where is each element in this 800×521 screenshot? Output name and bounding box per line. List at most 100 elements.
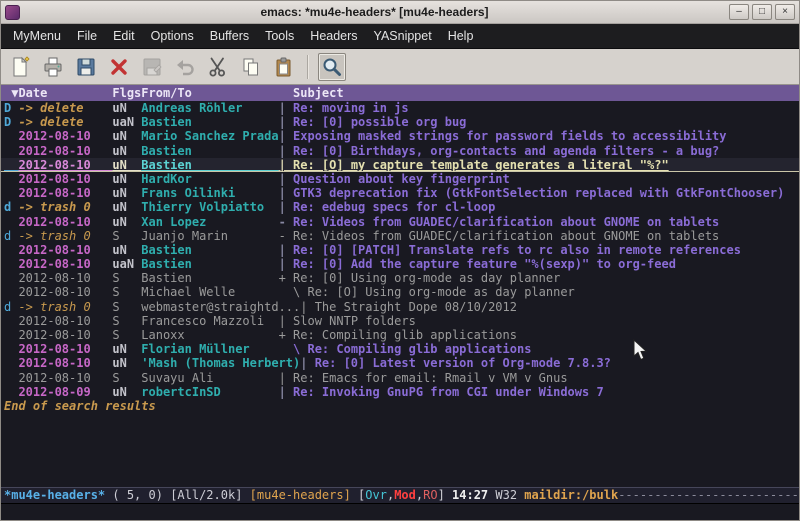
search-button[interactable] — [318, 53, 346, 81]
col-date: 2012-08-10 — [18, 215, 112, 229]
menu-item-headers[interactable]: Headers — [302, 25, 365, 47]
modeline-plain: ] — [438, 488, 452, 502]
menubar: MyMenuFileEditOptionsBuffersToolsHeaders… — [1, 24, 799, 49]
col-sep: | — [279, 115, 293, 129]
col-mark: ▼ — [4, 86, 18, 100]
message-row[interactable]: 2012-08-10 uN Florian Müllner \ Re: Comp… — [1, 342, 799, 356]
close-button[interactable]: × — [775, 4, 795, 20]
col-flags: S — [112, 229, 141, 243]
message-row[interactable]: 2012-08-10 uN Bastien | Re: [0] Birthday… — [1, 144, 799, 158]
col-sep: + — [279, 328, 293, 342]
message-row[interactable]: 2012-08-10 S Francesco Mazzoli | Slow NN… — [1, 314, 799, 328]
col-mdate: -> trash 0 — [18, 229, 112, 243]
col-subject: Re: [0] Add the capture feature "%(sexp)… — [293, 257, 676, 271]
modeline-buffer-name: *mu4e-headers* — [4, 488, 105, 502]
message-row[interactable]: d -> trash 0 S webmaster@straightd...| T… — [1, 300, 799, 314]
col-from: Xan Lopez — [141, 215, 278, 229]
col-from: Andreas Röhler — [141, 101, 278, 115]
col-date: 2012-08-10 — [18, 285, 112, 299]
col-subject: Re: [0] [PATCH] Translate refs to rc als… — [293, 243, 741, 257]
col-flags: uN — [112, 342, 141, 356]
col-date: 2012-08-10 — [18, 158, 112, 172]
message-row[interactable]: 2012-08-10 S Lanoxx + Re: Compiling glib… — [1, 328, 799, 342]
print-button[interactable] — [39, 53, 67, 81]
col-mark — [4, 144, 18, 158]
menu-item-help[interactable]: Help — [440, 25, 482, 47]
col-date: 2012-08-10 — [18, 186, 112, 200]
col-from: Frans Oilinki — [141, 186, 278, 200]
emacs-icon — [5, 5, 20, 20]
col-date: 2012-08-10 — [18, 243, 112, 257]
message-row[interactable]: d -> trash 0 S Juanjo Marin - Re: Videos… — [1, 229, 799, 243]
message-row[interactable]: 2012-08-10 uN HardKor | Question about k… — [1, 172, 799, 186]
new-file-icon — [9, 56, 31, 78]
col-subject: Exposing masked strings for password fie… — [293, 129, 726, 143]
col-flags: uN — [112, 144, 141, 158]
message-row[interactable]: d -> trash 0 uN Thierry Volpiatto | Re: … — [1, 200, 799, 214]
modeline-time: 14:27 — [452, 488, 488, 502]
message-row[interactable]: 2012-08-10 uaN Bastien | Re: [0] Add the… — [1, 257, 799, 271]
col-from: Thierry Volpiatto — [141, 200, 278, 214]
message-row[interactable]: 2012-08-10 uN Xan Lopez - Re: Videos fro… — [1, 215, 799, 229]
menu-item-buffers[interactable]: Buffers — [202, 25, 257, 47]
modeline-folder: maildir:/bulk — [524, 488, 618, 502]
menu-item-mymenu[interactable]: MyMenu — [5, 25, 69, 47]
message-row[interactable]: 2012-08-10 uN 'Mash (Thomas Herbert)| Re… — [1, 356, 799, 370]
col-mark — [4, 158, 18, 172]
echo-area[interactable] — [1, 504, 799, 520]
col-date: 2012-08-09 — [18, 385, 112, 399]
col-date: 2012-08-10 — [18, 271, 112, 285]
cut-icon — [207, 56, 229, 78]
modeline-position: ( 5, 0) — [105, 488, 170, 502]
menu-item-edit[interactable]: Edit — [105, 25, 143, 47]
new-file-button[interactable] — [6, 53, 34, 81]
col-mark: d — [4, 300, 18, 314]
col-date: 2012-08-10 — [18, 328, 112, 342]
col-sep: | — [279, 158, 293, 172]
col-from: Florian Müllner — [141, 342, 278, 356]
message-row[interactable]: 2012-08-10 S Michael Welle \ Re: [O] Usi… — [1, 285, 799, 299]
col-subject: Re: [0] possible org bug — [293, 115, 466, 129]
message-row[interactable]: 2012-08-10 uN Frans Oilinki | GTK3 depre… — [1, 186, 799, 200]
col-mark — [4, 342, 18, 356]
copy-button[interactable] — [237, 53, 265, 81]
col-date: 2012-08-10 — [18, 172, 112, 186]
col-sep: | — [279, 385, 293, 399]
menu-item-yasnippet[interactable]: YASnippet — [366, 25, 440, 47]
message-row[interactable]: 2012-08-10 uN Bastien | Re: [0] [PATCH] … — [1, 243, 799, 257]
headers-buffer: ▼Date FlgsFrom/To Subject D -> delete uN… — [1, 85, 799, 487]
message-row[interactable]: 2012-08-10 uN Mario Sanchez Prada| Expos… — [1, 129, 799, 143]
emacs-window: emacs: *mu4e-headers* [mu4e-headers] – □… — [0, 0, 800, 521]
message-row[interactable]: 2012-08-09 uN robertcInSD | Re: Invoking… — [1, 385, 799, 399]
save-as-icon — [141, 56, 163, 78]
col-mark — [4, 215, 18, 229]
paste-button[interactable] — [270, 53, 298, 81]
col-from: Bastien — [141, 144, 278, 158]
menu-item-file[interactable]: File — [69, 25, 105, 47]
maximize-button[interactable]: □ — [752, 4, 772, 20]
message-row[interactable]: 2012-08-10 S Bastien + Re: [0] Using org… — [1, 271, 799, 285]
message-row[interactable]: D -> delete uN Andreas Röhler | Re: movi… — [1, 101, 799, 115]
close-buffer-button[interactable] — [105, 53, 133, 81]
col-sep — [279, 285, 293, 299]
col-from: robertcInSD — [141, 385, 278, 399]
menu-item-options[interactable]: Options — [143, 25, 202, 47]
menu-item-tools[interactable]: Tools — [257, 25, 302, 47]
minimize-button[interactable]: – — [729, 4, 749, 20]
message-row[interactable]: 2012-08-10 S Suvayu Ali | Re: Emacs for … — [1, 371, 799, 385]
col-date: Date — [18, 86, 112, 100]
undo-icon — [174, 56, 196, 78]
message-row[interactable]: 2012-08-10 uN Bastien | Re: [O] my captu… — [1, 158, 799, 172]
header-line[interactable]: ▼Date FlgsFrom/To Subject — [1, 85, 799, 101]
col-mark — [4, 243, 18, 257]
cut-button[interactable] — [204, 53, 232, 81]
titlebar[interactable]: emacs: *mu4e-headers* [mu4e-headers] – □… — [1, 1, 799, 24]
col-date: 2012-08-10 — [18, 371, 112, 385]
col-flags: uN — [112, 129, 141, 143]
col-mark — [4, 285, 18, 299]
message-row[interactable]: D -> delete uaN Bastien | Re: [0] possib… — [1, 115, 799, 129]
col-sep: - — [279, 215, 293, 229]
save-button[interactable] — [72, 53, 100, 81]
mouse-cursor — [633, 339, 649, 361]
col-sep: | — [279, 186, 293, 200]
